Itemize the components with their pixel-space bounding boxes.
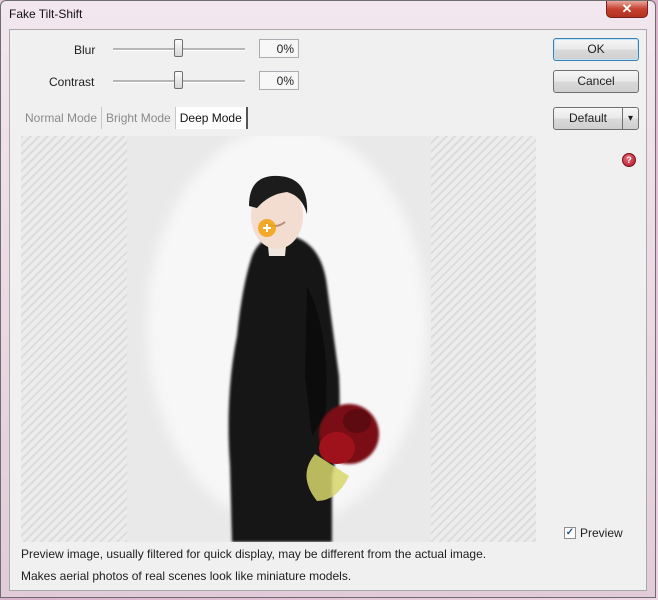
- description-note: Makes aerial photos of real scenes look …: [21, 569, 352, 583]
- contrast-label: Contrast: [49, 75, 95, 89]
- preset-dropdown[interactable]: Default: [553, 107, 623, 130]
- preset-dropdown-arrow[interactable]: ▾: [622, 107, 639, 130]
- cancel-button[interactable]: Cancel: [553, 70, 639, 93]
- blur-value[interactable]: 0%: [259, 39, 299, 58]
- blur-label: Blur: [74, 43, 96, 57]
- tab-deep-mode[interactable]: Deep Mode: [175, 107, 248, 129]
- window-title: Fake Tilt-Shift: [9, 7, 83, 21]
- preview-checkbox-label[interactable]: Preview: [580, 526, 623, 540]
- tab-normal-mode[interactable]: Normal Mode: [21, 107, 103, 129]
- dialog-window: Fake Tilt-Shift ✕ Blur 0% Contrast 0% OK…: [0, 0, 656, 598]
- help-icon[interactable]: ?: [622, 153, 636, 167]
- photo-illustration: [127, 136, 431, 542]
- focus-marker: [258, 219, 276, 237]
- chevron-down-icon: ▾: [627, 113, 634, 124]
- close-icon: ✕: [621, 1, 633, 16]
- title-bar[interactable]: Fake Tilt-Shift ✕: [1, 1, 655, 29]
- preview-note: Preview image, usually filtered for quic…: [21, 547, 487, 561]
- blur-slider-thumb[interactable]: [174, 39, 183, 57]
- tab-bright-mode[interactable]: Bright Mode: [102, 107, 176, 129]
- contrast-value[interactable]: 0%: [259, 71, 299, 90]
- preview-photo[interactable]: [127, 136, 431, 542]
- close-button[interactable]: ✕: [606, 1, 648, 18]
- contrast-slider-thumb[interactable]: [174, 71, 183, 89]
- dialog-client: Blur 0% Contrast 0% OK Cancel Default ▾ …: [9, 29, 647, 591]
- ok-button[interactable]: OK: [553, 38, 639, 61]
- preview-area[interactable]: [21, 136, 536, 542]
- preview-checkbox[interactable]: ✓: [564, 527, 576, 539]
- mode-tabs: Normal Mode Bright Mode Deep Mode: [21, 107, 248, 129]
